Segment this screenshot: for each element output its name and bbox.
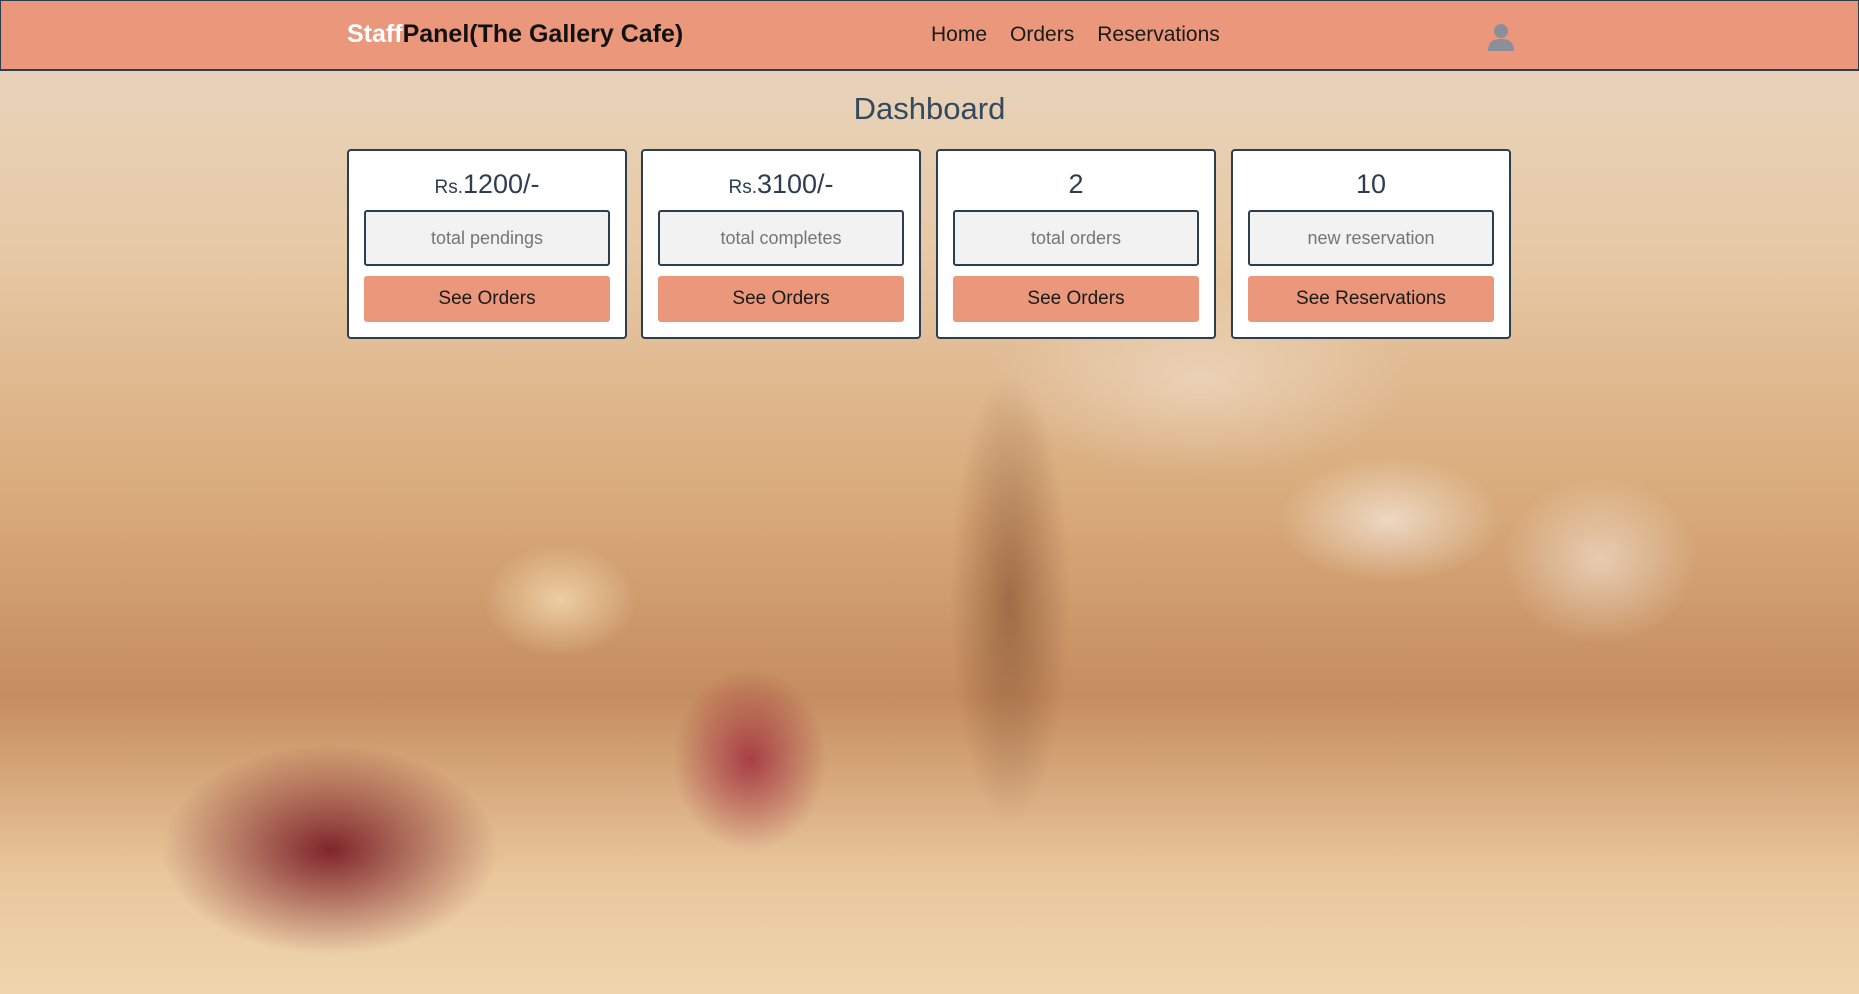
value-text: 10: [1355, 169, 1387, 199]
user-icon[interactable]: [1488, 23, 1514, 51]
brand-highlight: Staff: [347, 20, 403, 48]
orders-count-card: 2 See Orders: [936, 149, 1216, 339]
currency-prefix: Rs.: [434, 177, 463, 198]
value-text: 1200/-: [462, 169, 540, 199]
nav-link-orders[interactable]: Orders: [1010, 23, 1074, 47]
see-reservations-button[interactable]: See Reservations: [1248, 276, 1494, 322]
card-value: Rs.3100/-: [643, 169, 919, 200]
complete-total-card: Rs.3100/- See Orders: [641, 149, 921, 339]
top-navbar: StaffPanel(The Gallery Cafe) Home Orders…: [0, 0, 1859, 71]
pending-total-card: Rs.1200/- See Orders: [347, 149, 627, 339]
total-orders-field[interactable]: [953, 210, 1199, 266]
brand-name: Panel(The Gallery Cafe): [402, 20, 684, 48]
total-completes-field[interactable]: [658, 210, 904, 266]
card-value: 2: [938, 169, 1214, 200]
page-title: Dashboard: [853, 91, 1006, 126]
card-value: 10: [1233, 169, 1509, 200]
reservations-card: 10 See Reservations: [1231, 149, 1511, 339]
nav-link-home[interactable]: Home: [931, 23, 987, 47]
brand-logo[interactable]: StaffPanel(The Gallery Cafe): [347, 20, 683, 49]
new-reservation-field[interactable]: [1248, 210, 1494, 266]
nav-links: Home Orders Reservations: [931, 23, 1220, 47]
see-orders-button[interactable]: See Orders: [658, 276, 904, 322]
total-pendings-field[interactable]: [364, 210, 610, 266]
see-orders-button[interactable]: See Orders: [364, 276, 610, 322]
value-text: 2: [1068, 169, 1084, 199]
see-orders-button[interactable]: See Orders: [953, 276, 1199, 322]
nav-link-reservations[interactable]: Reservations: [1097, 23, 1220, 47]
currency-prefix: Rs.: [728, 177, 757, 198]
value-text: 3100/-: [756, 169, 834, 199]
card-value: Rs.1200/-: [349, 169, 625, 200]
